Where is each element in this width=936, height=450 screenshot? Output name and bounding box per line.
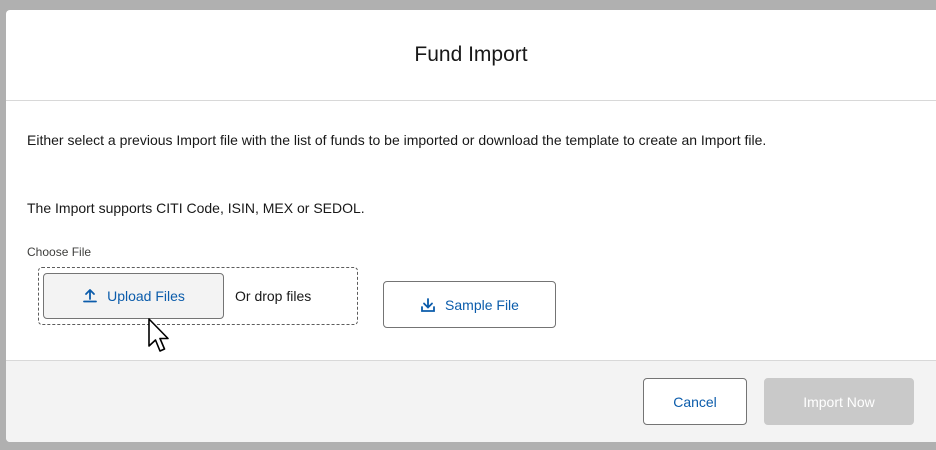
upload-files-label: Upload Files bbox=[107, 288, 185, 304]
sample-file-button[interactable]: Sample File bbox=[383, 281, 556, 328]
drop-files-text: Or drop files bbox=[235, 288, 312, 304]
fund-import-dialog: Fund Import Either select a previous Imp… bbox=[6, 10, 936, 442]
upload-icon bbox=[82, 288, 98, 304]
supported-codes-text: The Import supports CITI Code, ISIN, MEX… bbox=[27, 200, 365, 216]
choose-file-label: Choose File bbox=[27, 245, 92, 259]
import-now-button[interactable]: Import Now bbox=[764, 378, 914, 425]
download-icon bbox=[420, 297, 436, 313]
sample-file-label: Sample File bbox=[445, 296, 519, 313]
dialog-footer: Cancel Import Now bbox=[6, 360, 936, 442]
cancel-button[interactable]: Cancel bbox=[643, 378, 747, 425]
dialog-description: Either select a previous Import file wit… bbox=[27, 132, 767, 148]
upload-files-button[interactable]: Upload Files bbox=[43, 273, 224, 319]
dialog-header: Fund Import bbox=[6, 10, 936, 101]
mouse-pointer-icon bbox=[148, 318, 169, 352]
dialog-title: Fund Import bbox=[414, 43, 528, 66]
